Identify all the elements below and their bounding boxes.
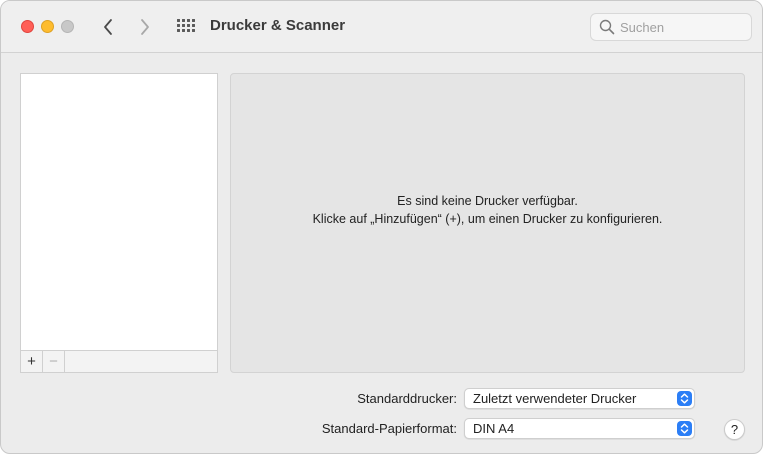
chevron-right-icon bbox=[141, 19, 149, 35]
preferences-window: Drucker & Scanner + − Es sind keine Druc… bbox=[0, 0, 763, 454]
zoom-button[interactable] bbox=[61, 20, 74, 33]
search-field[interactable] bbox=[590, 13, 752, 41]
default-printer-value: Zuletzt verwendeter Drucker bbox=[473, 391, 637, 406]
printer-list-footer: + − bbox=[20, 350, 218, 373]
search-input[interactable] bbox=[620, 17, 745, 37]
default-paper-value: DIN A4 bbox=[473, 421, 515, 436]
remove-printer-button[interactable]: − bbox=[43, 351, 65, 372]
empty-state-message: Es sind keine Drucker verfügbar. Klicke … bbox=[231, 192, 744, 228]
close-button[interactable] bbox=[21, 20, 34, 33]
default-printer-select[interactable]: Zuletzt verwendeter Drucker bbox=[464, 388, 695, 409]
chevron-left-icon bbox=[104, 19, 112, 35]
chevron-up-down-icon bbox=[677, 391, 692, 406]
toolbar: Drucker & Scanner bbox=[1, 1, 762, 53]
forward-button[interactable] bbox=[133, 15, 157, 39]
add-printer-button[interactable]: + bbox=[21, 351, 43, 372]
chevron-up-down-icon bbox=[677, 421, 692, 436]
show-all-button[interactable] bbox=[175, 18, 195, 36]
default-printer-label: Standarddrucker: bbox=[357, 391, 457, 406]
window-title: Drucker & Scanner bbox=[210, 17, 346, 34]
empty-state-line-2: Klicke auf „Hinzufügen“ (+), um einen Dr… bbox=[312, 212, 663, 226]
printer-list[interactable] bbox=[20, 73, 218, 351]
back-button[interactable] bbox=[96, 15, 120, 39]
minimize-button[interactable] bbox=[41, 20, 54, 33]
help-button[interactable]: ? bbox=[724, 419, 745, 440]
default-paper-label: Standard-Papierformat: bbox=[321, 421, 457, 436]
empty-state-line-1: Es sind keine Drucker verfügbar. bbox=[397, 194, 578, 208]
search-icon bbox=[599, 19, 615, 35]
default-paper-select[interactable]: DIN A4 bbox=[464, 418, 695, 439]
printer-detail-panel: Es sind keine Drucker verfügbar. Klicke … bbox=[230, 73, 745, 373]
